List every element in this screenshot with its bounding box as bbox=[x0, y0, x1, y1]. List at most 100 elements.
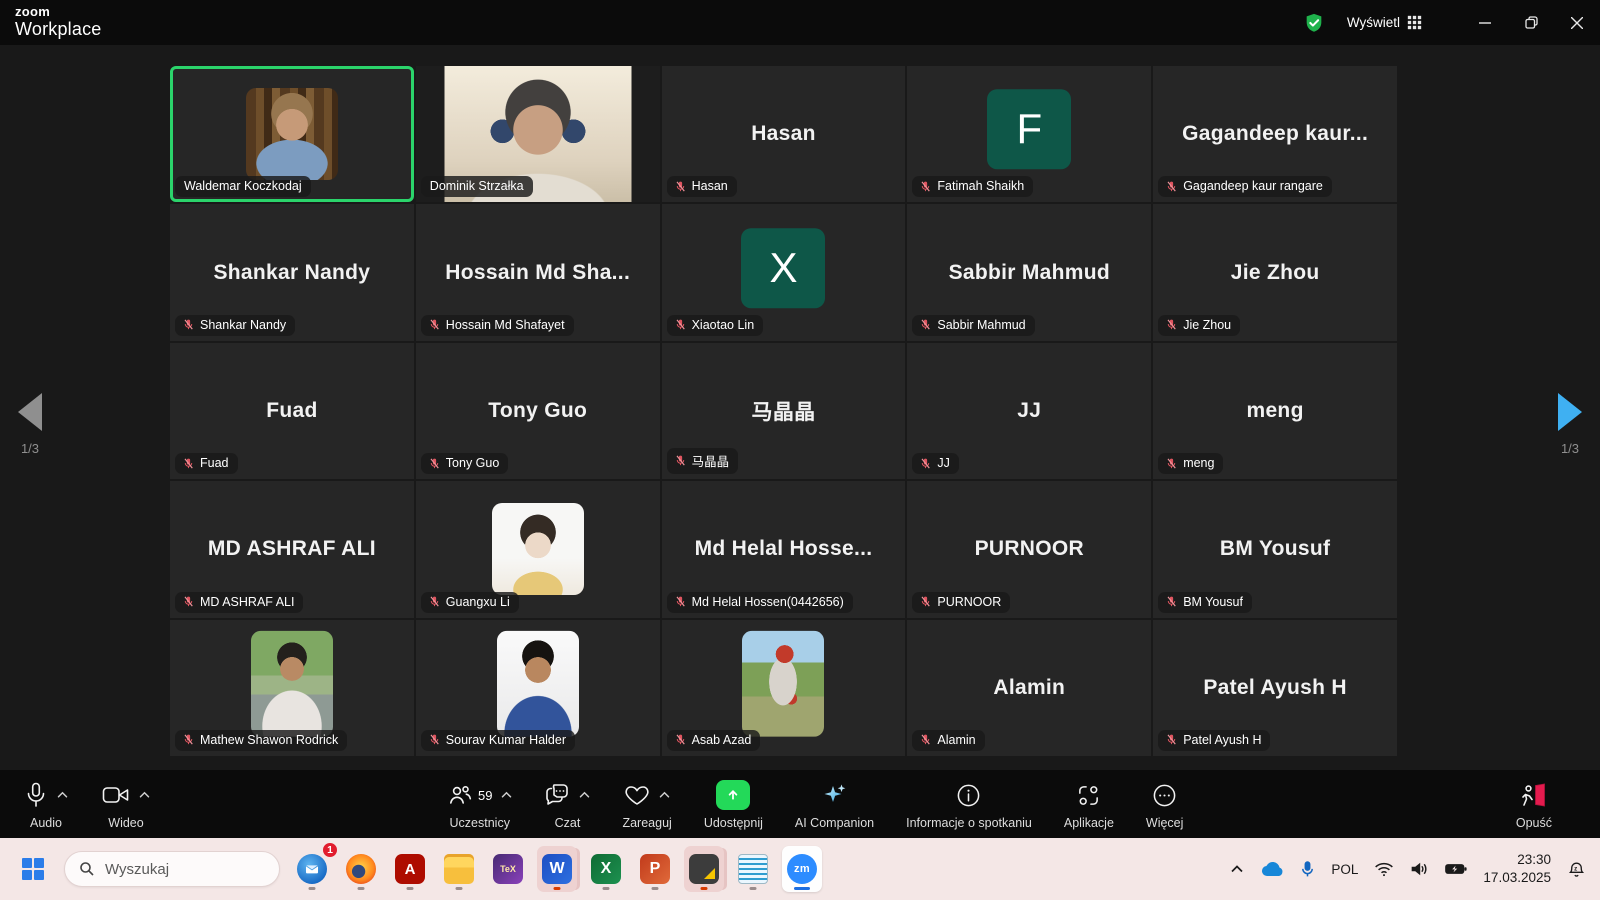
chevron-up-icon[interactable] bbox=[139, 791, 150, 799]
taskbar-notes-dark-icon[interactable] bbox=[684, 846, 724, 892]
minimize-button[interactable] bbox=[1462, 0, 1508, 45]
participant-tile[interactable]: F Fatimah Shaikh bbox=[907, 66, 1151, 202]
participants-icon bbox=[447, 783, 473, 807]
toolbar-video-button[interactable]: Wideo bbox=[102, 780, 150, 830]
battery-icon[interactable] bbox=[1445, 862, 1467, 876]
taskbar-thunderbird-icon[interactable]: 1 bbox=[292, 846, 332, 892]
toolbar-apps-button[interactable]: Aplikacje bbox=[1064, 780, 1114, 830]
toolbar-leave-button[interactable]: Opuść bbox=[1516, 780, 1552, 830]
audio-icon bbox=[24, 782, 48, 808]
toolbar-chat-button[interactable]: Czat bbox=[544, 780, 590, 830]
next-page-arrow-icon[interactable] bbox=[1558, 393, 1582, 431]
participant-grid: Waldemar KoczkodajDominik StrzałkaHasanH… bbox=[170, 66, 1397, 756]
taskbar-excel-icon[interactable]: X bbox=[586, 846, 626, 892]
participant-photo-avatar bbox=[251, 631, 333, 737]
participant-name-label: JJ bbox=[912, 453, 959, 474]
toolbar-audio-button[interactable]: Audio bbox=[24, 780, 68, 830]
participant-tile[interactable]: FuadFuad bbox=[170, 343, 414, 479]
chevron-up-icon[interactable] bbox=[501, 791, 512, 799]
volume-icon[interactable] bbox=[1410, 861, 1429, 877]
muted-mic-icon bbox=[919, 457, 932, 470]
clock[interactable]: 23:30 17.03.2025 bbox=[1483, 851, 1551, 886]
tray-microphone-icon[interactable] bbox=[1300, 860, 1315, 879]
participant-tile[interactable]: XXiaotao Lin bbox=[662, 204, 906, 340]
participant-tile[interactable]: Patel Ayush HPatel Ayush H bbox=[1153, 620, 1397, 756]
participant-tile[interactable]: Hossain Md Sha...Hossain Md Shafayet bbox=[416, 204, 660, 340]
participant-name-label: PURNOOR bbox=[912, 592, 1010, 613]
toolbar-ai-companion-button[interactable]: AI Companion bbox=[795, 780, 874, 830]
taskbar-acrobat-icon[interactable]: A bbox=[390, 846, 430, 892]
toolbar-more-button[interactable]: Więcej bbox=[1146, 780, 1184, 830]
search-input[interactable] bbox=[105, 861, 255, 878]
participant-count: 59 bbox=[478, 788, 492, 803]
participant-name-label: BM Yousuf bbox=[1158, 592, 1252, 613]
view-button[interactable]: Wyświetl bbox=[1347, 15, 1422, 30]
taskbar-word-icon[interactable]: W bbox=[537, 846, 577, 892]
participant-tile[interactable]: Guangxu Li bbox=[416, 481, 660, 617]
hidden-icons-chevron-icon[interactable] bbox=[1230, 864, 1244, 874]
participant-tile[interactable]: mengmeng bbox=[1153, 343, 1397, 479]
taskbar-tex-icon[interactable]: TeX bbox=[488, 846, 528, 892]
chevron-up-icon[interactable] bbox=[579, 791, 590, 799]
participant-tile[interactable]: Shankar NandyShankar Nandy bbox=[170, 204, 414, 340]
chevron-up-icon[interactable] bbox=[57, 791, 68, 799]
system-tray: POL 23:30 17.03.2025 z bbox=[1230, 838, 1600, 900]
participant-name-label: Guangxu Li bbox=[421, 592, 519, 613]
notification-bell-icon[interactable]: z bbox=[1567, 860, 1586, 879]
participant-tile[interactable]: Sourav Kumar Halder bbox=[416, 620, 660, 756]
toolbar-participants-button[interactable]: 59Uczestnicy bbox=[447, 780, 512, 830]
participant-tile[interactable]: JJJJ bbox=[907, 343, 1151, 479]
wifi-icon[interactable] bbox=[1374, 861, 1394, 877]
muted-mic-icon bbox=[674, 180, 687, 193]
muted-mic-icon bbox=[182, 318, 195, 331]
leave-icon bbox=[1520, 783, 1547, 808]
toolbar-meeting-info-button[interactable]: Informacje o spotkaniu bbox=[906, 780, 1032, 830]
participant-initial-avatar: F bbox=[987, 89, 1071, 169]
participant-tile[interactable]: AlaminAlamin bbox=[907, 620, 1151, 756]
taskbar-explorer-icon[interactable] bbox=[439, 846, 479, 892]
participant-tile[interactable]: Sabbir MahmudSabbir Mahmud bbox=[907, 204, 1151, 340]
participant-tile[interactable]: BM YousufBM Yousuf bbox=[1153, 481, 1397, 617]
muted-mic-icon bbox=[1165, 595, 1178, 608]
windows-taskbar: 1 A TeXWXPzm POL 23:30 17.03.2025 z bbox=[0, 838, 1600, 900]
start-button[interactable] bbox=[18, 854, 48, 884]
toolbar-label: AI Companion bbox=[795, 816, 874, 830]
taskbar-powerpoint-icon[interactable]: P bbox=[635, 846, 675, 892]
participant-tile[interactable]: Tony GuoTony Guo bbox=[416, 343, 660, 479]
meeting-toolbar: Audio Wideo 59Uczestnicy Czat Zareaguj Udost… bbox=[0, 770, 1600, 838]
muted-mic-icon bbox=[182, 595, 195, 608]
toolbar-react-button[interactable]: Zareaguj bbox=[622, 780, 671, 830]
participant-tile[interactable]: Jie ZhouJie Zhou bbox=[1153, 204, 1397, 340]
participant-tile[interactable]: PURNOORPURNOOR bbox=[907, 481, 1151, 617]
taskbar-app-icons: 1 A TeXWXPzm bbox=[292, 846, 822, 892]
restore-button[interactable] bbox=[1508, 0, 1554, 45]
participant-tile[interactable]: Mathew Shawon Rodrick bbox=[170, 620, 414, 756]
participant-tile[interactable]: Asab Azad bbox=[662, 620, 906, 756]
participant-name-label: Jie Zhou bbox=[1158, 315, 1240, 336]
muted-mic-icon bbox=[428, 457, 441, 470]
participant-name-label: Sourav Kumar Halder bbox=[421, 730, 575, 751]
language-indicator[interactable]: POL bbox=[1331, 862, 1358, 877]
close-button[interactable] bbox=[1554, 0, 1600, 45]
taskbar-search[interactable] bbox=[64, 851, 280, 887]
security-shield-icon[interactable] bbox=[1303, 12, 1325, 34]
participant-tile[interactable]: Md Helal Hosse...Md Helal Hossen(0442656… bbox=[662, 481, 906, 617]
participant-tile[interactable]: Gagandeep kaur...Gagandeep kaur rangare bbox=[1153, 66, 1397, 202]
previous-page-arrow-icon[interactable] bbox=[18, 393, 42, 431]
notification-badge: 1 bbox=[322, 842, 338, 858]
participant-tile[interactable]: Waldemar Koczkodaj bbox=[170, 66, 414, 202]
taskbar-firefox-icon[interactable] bbox=[341, 846, 381, 892]
toolbar-share-button[interactable]: Udostępnij bbox=[704, 780, 763, 830]
participant-tile[interactable]: HasanHasan bbox=[662, 66, 906, 202]
participant-tile[interactable]: MD ASHRAF ALIMD ASHRAF ALI bbox=[170, 481, 414, 617]
chevron-up-icon[interactable] bbox=[659, 791, 670, 799]
onedrive-icon[interactable] bbox=[1260, 861, 1284, 877]
participant-name-label: Gagandeep kaur rangare bbox=[1158, 176, 1332, 197]
participant-name-label: Fatimah Shaikh bbox=[912, 176, 1033, 197]
taskbar-zoom-icon[interactable]: zm bbox=[782, 846, 822, 892]
participant-tile[interactable]: Dominik Strzałka bbox=[416, 66, 660, 202]
participant-tile[interactable]: 马晶晶马晶晶 bbox=[662, 343, 906, 479]
taskbar-notepad-icon[interactable] bbox=[733, 846, 773, 892]
share-icon bbox=[716, 780, 750, 810]
toolbar-label: Udostępnij bbox=[704, 816, 763, 830]
